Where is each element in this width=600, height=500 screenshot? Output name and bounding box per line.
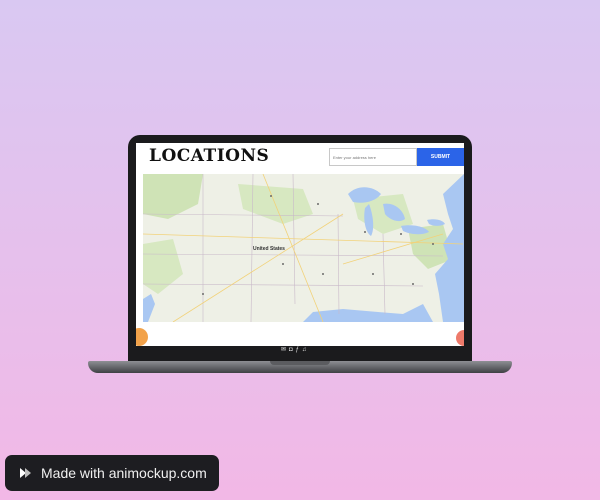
laptop-screen: LOCATIONS SUBMIT — [136, 143, 464, 354]
footer-social-icons: ✉ ◘ ƒ ♫ — [281, 347, 307, 353]
map-country-label: United States — [253, 246, 285, 252]
made-with-badge[interactable]: Made with animockup.com — [5, 455, 219, 491]
map-view[interactable]: United States — [143, 174, 464, 322]
mail-icon[interactable]: ✉ — [281, 347, 286, 353]
laptop-mockup: LOCATIONS SUBMIT — [88, 135, 512, 380]
decorative-dot — [136, 328, 148, 346]
twitter-icon[interactable]: ♫ — [302, 347, 307, 353]
decorative-dot — [456, 330, 464, 346]
badge-text: Made with animockup.com — [41, 465, 207, 481]
laptop-notch — [270, 361, 330, 365]
submit-button[interactable]: SUBMIT — [417, 148, 464, 166]
instagram-icon[interactable]: ◘ — [289, 347, 293, 353]
laptop-lid: LOCATIONS SUBMIT — [128, 135, 472, 362]
facebook-icon[interactable]: ƒ — [296, 347, 299, 353]
animockup-logo-icon — [20, 468, 31, 478]
address-search-input[interactable] — [329, 148, 417, 166]
map-graphic — [143, 174, 464, 322]
page-title: LOCATIONS — [149, 146, 270, 166]
